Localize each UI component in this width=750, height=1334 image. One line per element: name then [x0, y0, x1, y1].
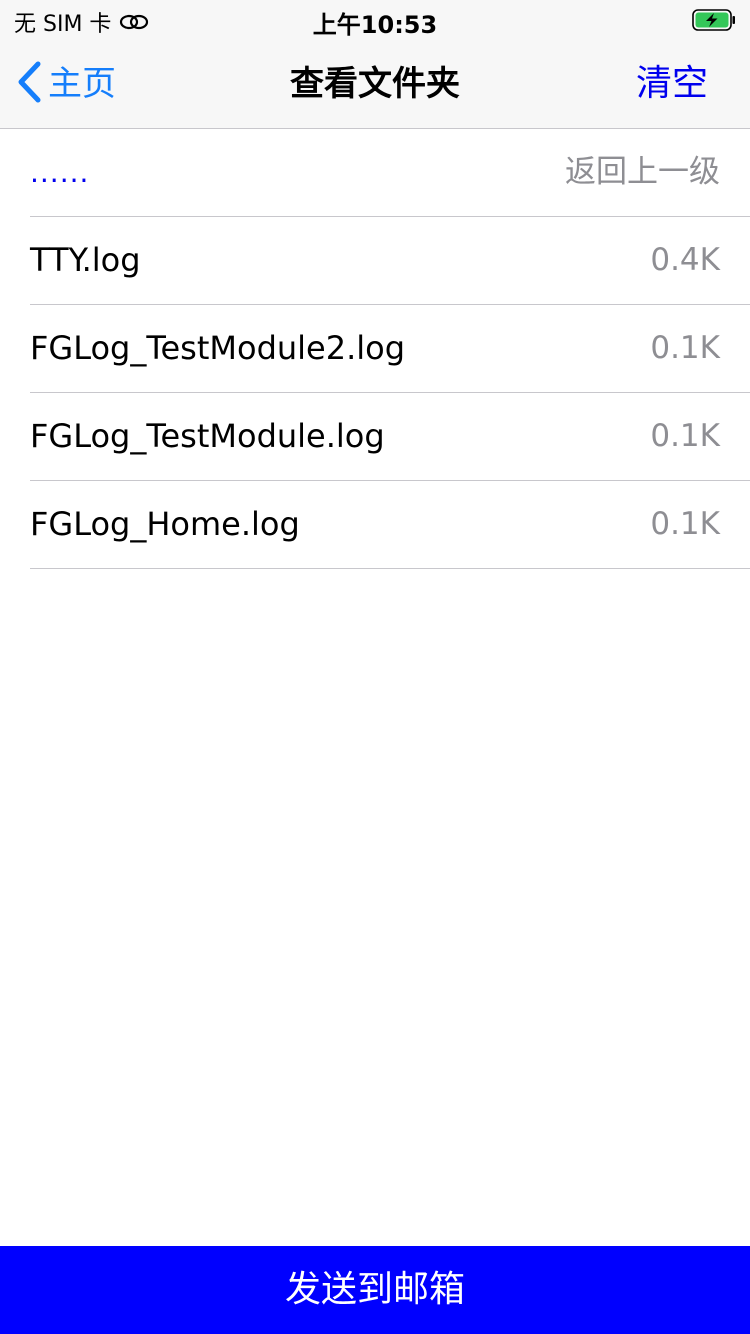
list-item[interactable]: FGLog_TestModule.log 0.1K	[30, 393, 750, 481]
list-item-parent-directory[interactable]: ...... 返回上一级	[30, 129, 750, 217]
list-item-title: FGLog_TestModule2.log	[30, 329, 406, 367]
battery-charging-icon	[692, 9, 736, 31]
list-item-detail: 0.1K	[650, 418, 720, 454]
file-list: ...... 返回上一级 TTY.log 0.4K FGLog_TestModu…	[0, 129, 750, 569]
list-item-title: ......	[30, 156, 90, 189]
list-item-detail: 0.1K	[650, 330, 720, 366]
list-item-title: FGLog_TestModule.log	[30, 417, 385, 455]
status-time: 上午10:53	[312, 11, 438, 39]
navigation-bar: 主页 查看文件夹 清空	[0, 40, 750, 129]
list-item-detail: 0.4K	[650, 242, 720, 278]
list-item-detail: 返回上一级	[565, 154, 720, 190]
list-item[interactable]: FGLog_TestModule2.log 0.1K	[30, 305, 750, 393]
list-item[interactable]: FGLog_Home.log 0.1K	[30, 481, 750, 569]
status-bar: 无 SIM 卡 上午10:53	[0, 0, 750, 40]
send-to-email-button[interactable]: 发送到邮箱	[0, 1246, 750, 1334]
screen: 无 SIM 卡 上午10:53 主页 查看文件夹 清空 ...... 返回上一级…	[0, 0, 750, 1334]
list-item-detail: 0.1K	[650, 506, 720, 542]
list-item-title: TTY.log	[30, 241, 141, 279]
list-item-title: FGLog_Home.log	[30, 505, 300, 543]
list-item[interactable]: TTY.log 0.4K	[30, 217, 750, 305]
clear-button[interactable]: 清空	[636, 60, 708, 108]
